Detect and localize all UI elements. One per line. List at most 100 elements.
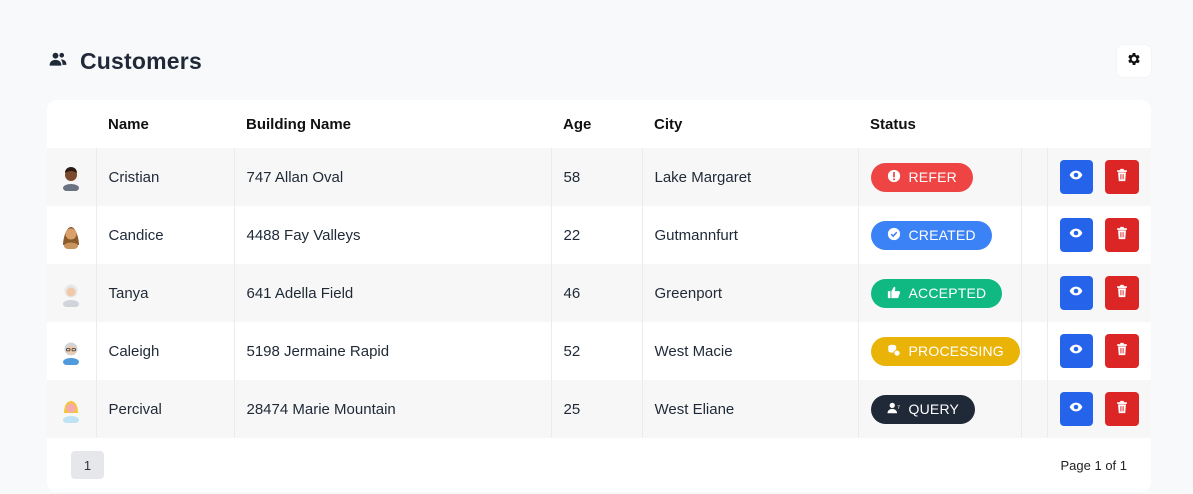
users-icon: [48, 49, 68, 74]
cell-age: 46: [551, 264, 643, 322]
trash-icon: [1115, 226, 1129, 244]
cell-city: Gutmannfurt: [642, 206, 859, 264]
table-row[interactable]: Percival 28474 Marie Mountain 25 West El…: [47, 380, 1151, 438]
customers-table: Name Building Name Age City Status Crist…: [47, 100, 1151, 438]
view-button[interactable]: [1059, 160, 1094, 194]
cell-status: PROCESSING: [858, 322, 1022, 380]
cell-name: Cristian: [96, 148, 235, 206]
view-button[interactable]: [1059, 392, 1094, 426]
cell-actions: [1047, 148, 1151, 206]
page-info: Page 1 of 1: [1060, 457, 1128, 473]
col-header-spacer: [1021, 100, 1047, 148]
avatar: [63, 227, 79, 249]
cell-spacer: [1021, 322, 1048, 380]
cell-name: Candice: [96, 206, 235, 264]
trash-icon: [1115, 400, 1129, 418]
cell-age: 52: [551, 322, 643, 380]
status-label: PROCESSING: [908, 343, 1004, 359]
cell-spacer: [1021, 264, 1048, 322]
cell-name: Caleigh: [96, 322, 235, 380]
trash-icon: [1115, 342, 1129, 360]
view-button[interactable]: [1059, 218, 1094, 252]
eye-icon: [1069, 226, 1083, 244]
trash-icon: [1115, 284, 1129, 302]
col-header-status[interactable]: Status: [858, 100, 1021, 148]
status-label: ACCEPTED: [908, 285, 987, 301]
cell-actions: [1047, 206, 1151, 264]
avatar: [63, 284, 79, 307]
avatar-cell: [47, 380, 97, 438]
row-actions: [1059, 276, 1152, 310]
status-badge: PROCESSING: [870, 336, 1020, 366]
cell-status: CREATED: [858, 206, 1022, 264]
col-header-actions: [1047, 100, 1151, 148]
cell-age: 58: [551, 148, 643, 206]
table-row[interactable]: Tanya 641 Adella Field 46 Greenport ACCE…: [47, 264, 1151, 322]
coins-icon: [887, 343, 901, 360]
table-row[interactable]: Cristian 747 Allan Oval 58 Lake Margaret…: [47, 148, 1151, 206]
delete-button[interactable]: [1105, 160, 1139, 194]
cell-building: 4488 Fay Valleys: [234, 206, 552, 264]
page-title: Customers: [80, 47, 202, 74]
cell-building: 747 Allan Oval: [234, 148, 552, 206]
pagination-page-button[interactable]: 1: [71, 451, 104, 479]
cell-actions: [1047, 322, 1151, 380]
status-badge: ACCEPTED: [870, 278, 1003, 308]
status-label: CREATED: [908, 227, 976, 243]
delete-button[interactable]: [1105, 218, 1139, 252]
avatar-cell: [47, 148, 97, 206]
col-header-avatar: [47, 100, 96, 148]
settings-button[interactable]: [1117, 45, 1151, 77]
user-question-icon: ?: [886, 401, 901, 418]
customers-card: Name Building Name Age City Status Crist…: [47, 100, 1151, 492]
thumbs-up-icon: [887, 285, 901, 302]
check-circle-icon: [887, 227, 901, 244]
avatar-cell: [47, 206, 97, 264]
avatar-cell: [47, 264, 97, 322]
gear-icon: [1126, 51, 1142, 72]
title-wrap: Customers: [48, 48, 202, 75]
delete-button[interactable]: [1105, 392, 1139, 426]
avatar: [63, 167, 79, 191]
trash-icon: [1115, 168, 1129, 186]
eye-icon: [1069, 342, 1083, 360]
cell-spacer: [1021, 148, 1048, 206]
table-row[interactable]: Caleigh 5198 Jermaine Rapid 52 West Maci…: [47, 322, 1151, 380]
eye-icon: [1069, 284, 1083, 302]
view-button[interactable]: [1059, 334, 1094, 368]
cell-actions: [1047, 264, 1151, 322]
eye-icon: [1069, 168, 1083, 186]
cell-name: Percival: [96, 380, 235, 438]
cell-age: 22: [551, 206, 643, 264]
view-button[interactable]: [1059, 276, 1094, 310]
row-actions: [1059, 334, 1152, 368]
col-header-name[interactable]: Name: [96, 100, 234, 148]
cell-building: 5198 Jermaine Rapid: [234, 322, 552, 380]
status-badge: CREATED: [870, 220, 992, 250]
cell-status: REFER: [858, 148, 1022, 206]
status-label: REFER: [908, 169, 957, 185]
alert-circle-icon: [887, 169, 901, 186]
page-header: Customers: [48, 44, 1151, 78]
cell-city: Greenport: [642, 264, 859, 322]
cell-spacer: [1021, 206, 1048, 264]
table-footer: 1 Page 1 of 1: [47, 438, 1151, 492]
row-actions: [1059, 160, 1152, 194]
delete-button[interactable]: [1105, 334, 1139, 368]
avatar-cell: [47, 322, 97, 380]
cell-name: Tanya: [96, 264, 235, 322]
row-actions: [1059, 218, 1152, 252]
cell-city: Lake Margaret: [642, 148, 859, 206]
table-row[interactable]: Candice 4488 Fay Valleys 22 Gutmannfurt …: [47, 206, 1151, 264]
cell-actions: [1047, 380, 1151, 438]
col-header-age[interactable]: Age: [551, 100, 642, 148]
col-header-building[interactable]: Building Name: [234, 100, 551, 148]
cell-status: ACCEPTED: [858, 264, 1022, 322]
status-badge: ? QUERY: [870, 394, 976, 424]
status-badge: REFER: [870, 162, 973, 192]
col-header-city[interactable]: City: [642, 100, 858, 148]
cell-building: 641 Adella Field: [234, 264, 552, 322]
delete-button[interactable]: [1105, 276, 1139, 310]
avatar: [63, 401, 79, 423]
status-label: QUERY: [908, 401, 960, 417]
